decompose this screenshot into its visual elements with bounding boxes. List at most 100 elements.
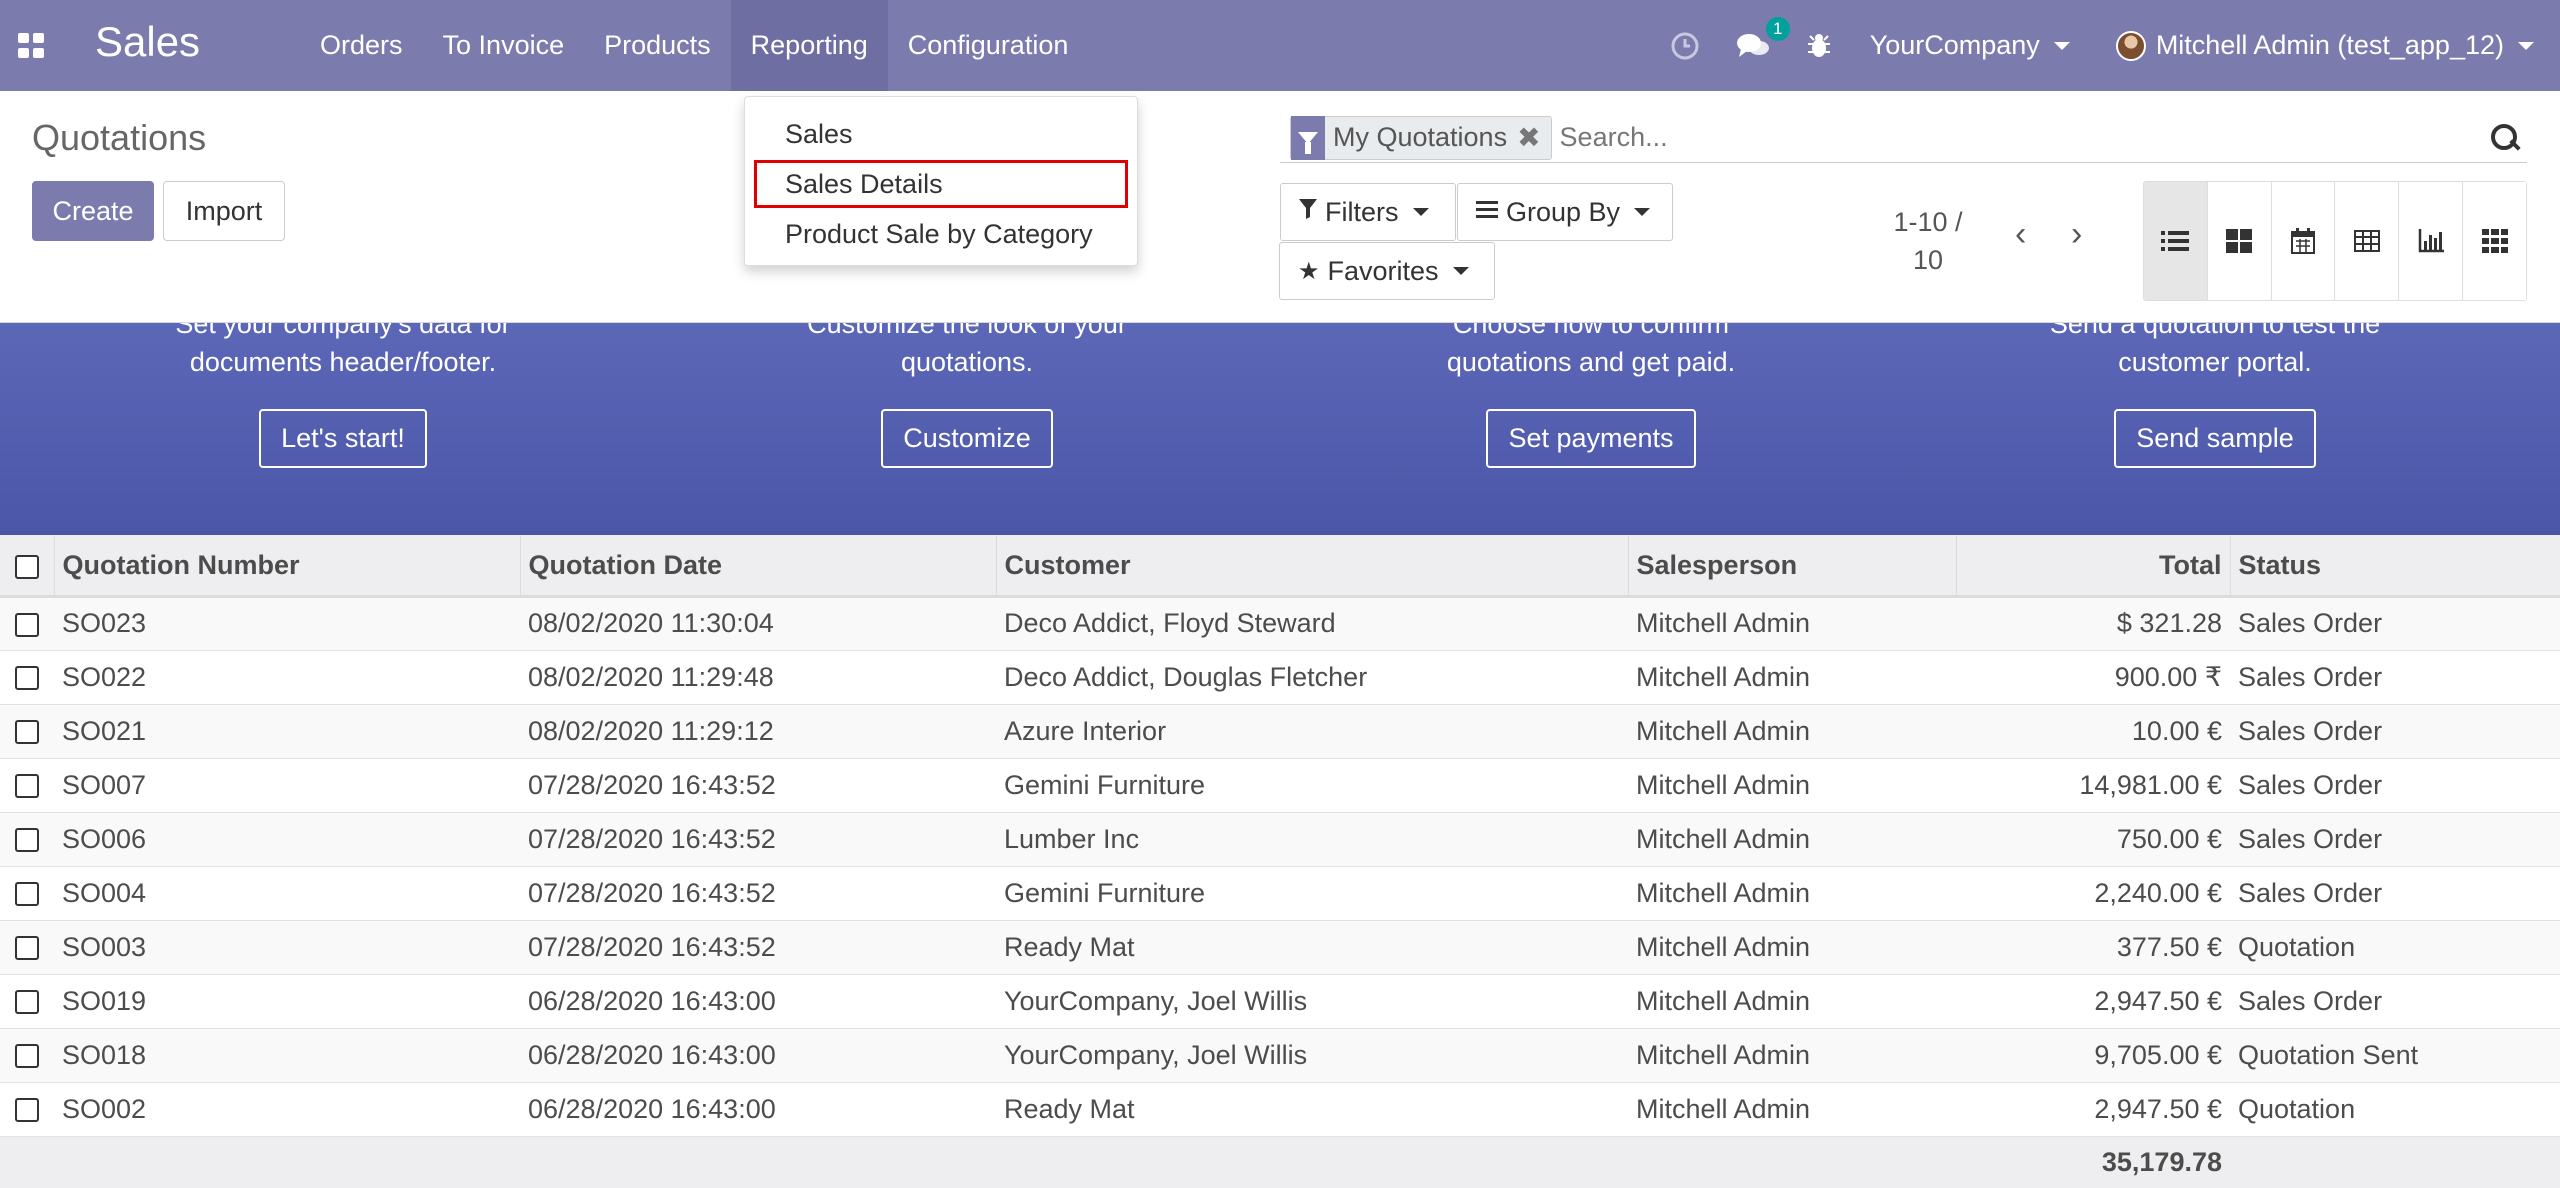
row-checkbox[interactable] xyxy=(15,774,39,799)
column-header-total[interactable]: Total xyxy=(1956,536,2231,598)
table-row[interactable]: SO003 07/28/2020 16:43:52 Ready Mat Mitchel… xyxy=(0,920,2560,975)
cell-quotation-date: 07/28/2020 16:43:52 xyxy=(520,866,996,921)
quotations-table: Quotation Number Quotation Date Customer… xyxy=(0,536,2560,1188)
cell-quotation-number: SO002 xyxy=(54,1082,520,1137)
lets-start-button[interactable]: Let's start! xyxy=(259,409,427,468)
page-title: Quotations xyxy=(32,117,207,158)
menu-configuration[interactable]: Configuration xyxy=(888,0,1089,91)
table-row[interactable]: SO018 06/28/2020 16:43:00 YourCompany, Joe… xyxy=(0,1028,2560,1083)
cell-status: Quotation xyxy=(2230,1082,2560,1137)
table-row[interactable]: SO006 07/28/2020 16:43:52 Lumber Inc Mitche… xyxy=(0,812,2560,867)
kanban-view-icon[interactable] xyxy=(2207,182,2272,300)
column-header-status[interactable]: Status xyxy=(2230,536,2560,598)
cell-salesperson: Mitchell Admin xyxy=(1628,1028,1956,1083)
banner-step-text: quotations and get paid. xyxy=(1446,347,1736,377)
create-button[interactable]: Create xyxy=(32,181,154,241)
chevron-down-icon xyxy=(2053,41,2070,50)
cell-salesperson: Mitchell Admin xyxy=(1628,866,1956,921)
row-select-cell xyxy=(0,1082,54,1137)
column-header-salesperson[interactable]: Salesperson xyxy=(1628,536,1957,598)
filters-button[interactable]: Filters xyxy=(1280,183,1456,241)
reporting-item-sales-details[interactable]: Sales Details xyxy=(753,159,1129,209)
reporting-item-product-sale-by-category[interactable]: Product Sale by Category xyxy=(745,209,1137,259)
row-checkbox[interactable] xyxy=(15,828,39,853)
row-select-cell xyxy=(0,650,54,705)
navbar-systray: 1 YourCompany Mitchell Admin (test_app_1… xyxy=(1652,0,2560,91)
cell-quotation-date: 07/28/2020 16:43:52 xyxy=(520,758,996,813)
select-all-checkbox[interactable] xyxy=(14,554,39,579)
cell-quotation-number: SO007 xyxy=(54,758,520,813)
chevron-down-icon xyxy=(1634,208,1651,216)
company-switcher[interactable]: YourCompany xyxy=(1850,30,2096,61)
row-checkbox[interactable] xyxy=(15,666,39,691)
column-header-number[interactable]: Quotation Number xyxy=(54,536,521,598)
cell-status: Sales Order xyxy=(2230,704,2560,759)
row-checkbox[interactable] xyxy=(15,936,39,961)
set-payments-button[interactable]: Set payments xyxy=(1486,409,1696,468)
cell-total: 9,705.00 € xyxy=(1956,1028,2230,1083)
row-checkbox[interactable] xyxy=(15,612,39,637)
row-checkbox[interactable] xyxy=(15,1098,39,1123)
table-row[interactable]: SO002 06/28/2020 16:43:00 Ready Mat Mitchel… xyxy=(0,1082,2560,1137)
pager-value[interactable]: 1-10 / 10 xyxy=(1868,203,1988,279)
menu-to-invoice[interactable]: To Invoice xyxy=(423,0,585,91)
banner-step-sample: Send a quotation to test the customer po… xyxy=(1935,323,2495,468)
favorites-button[interactable]: ★ Favorites xyxy=(1279,242,1495,300)
send-sample-button[interactable]: Send sample xyxy=(2114,409,2316,468)
row-checkbox[interactable] xyxy=(15,720,39,745)
top-navbar: Sales Orders To Invoice Products Reporti… xyxy=(0,0,2560,91)
facet-remove-icon[interactable]: ✖ xyxy=(1515,121,1550,154)
menu-reporting[interactable]: Reporting xyxy=(730,0,888,91)
chat-icon[interactable]: 1 xyxy=(1718,16,1790,61)
search-facet[interactable]: My Quotations ✖ xyxy=(1290,115,1552,160)
table-row[interactable]: SO021 08/02/2020 11:29:12 Azure Interior Mi… xyxy=(0,704,2560,759)
search-icon[interactable] xyxy=(2487,120,2523,156)
banner-step-text: Send a quotation to test the xyxy=(2049,323,2381,339)
table-row[interactable]: SO007 07/28/2020 16:43:52 Gemini Furniture… xyxy=(0,758,2560,813)
banner-step-company: Set your company's data for documents he… xyxy=(63,323,623,468)
cell-status: Sales Order xyxy=(2230,596,2560,651)
cell-customer: YourCompany, Joel Willis xyxy=(996,1028,1628,1083)
apps-menu-icon[interactable] xyxy=(18,33,44,59)
cell-quotation-number: SO023 xyxy=(54,596,520,651)
cell-total: 14,981.00 € xyxy=(1956,758,2230,813)
activity-clock-icon[interactable] xyxy=(1652,31,1718,61)
column-header-date[interactable]: Quotation Date xyxy=(520,536,997,598)
column-header-customer[interactable]: Customer xyxy=(996,536,1629,598)
table-row[interactable]: SO022 08/02/2020 11:29:48 Deco Addict, Dou… xyxy=(0,650,2560,705)
pager-next-icon[interactable]: › xyxy=(2071,215,2082,254)
pager-previous-icon[interactable]: ‹ xyxy=(2015,215,2026,254)
chat-badge: 1 xyxy=(1765,16,1790,41)
cell-quotation-date: 06/28/2020 16:43:00 xyxy=(520,1028,996,1083)
app-brand[interactable]: Sales xyxy=(95,18,200,66)
cell-status: Sales Order xyxy=(2230,974,2560,1029)
graph-view-icon[interactable] xyxy=(2399,182,2464,300)
menu-products[interactable]: Products xyxy=(584,0,731,91)
list-view-icon[interactable] xyxy=(2144,182,2208,300)
reporting-item-sales[interactable]: Sales xyxy=(745,109,1137,159)
row-checkbox[interactable] xyxy=(15,1044,39,1069)
cell-customer: Gemini Furniture xyxy=(996,758,1628,813)
calendar-view-icon[interactable] xyxy=(2271,182,2336,300)
customize-button[interactable]: Customize xyxy=(881,409,1053,468)
user-menu[interactable]: Mitchell Admin (test_app_12) xyxy=(2096,30,2560,61)
menu-orders[interactable]: Orders xyxy=(300,0,423,91)
activity-view-icon[interactable] xyxy=(2463,182,2526,300)
table-row[interactable]: SO023 08/02/2020 11:30:04 Deco Addict, Flo… xyxy=(0,596,2560,651)
cell-status: Sales Order xyxy=(2230,650,2560,705)
facet-label: My Quotations xyxy=(1333,122,1508,152)
pivot-view-icon[interactable] xyxy=(2335,182,2400,300)
row-checkbox[interactable] xyxy=(15,882,39,907)
table-row[interactable]: SO004 07/28/2020 16:43:52 Gemini Furniture… xyxy=(0,866,2560,921)
cell-total: $ 321.28 xyxy=(1956,596,2230,651)
import-button[interactable]: Import xyxy=(163,181,285,241)
group-by-button[interactable]: Group By xyxy=(1457,183,1673,241)
debug-bug-icon[interactable] xyxy=(1788,32,1850,60)
cell-status: Quotation Sent xyxy=(2230,1028,2560,1083)
row-checkbox[interactable] xyxy=(15,990,39,1015)
cell-quotation-date: 08/02/2020 11:29:48 xyxy=(520,650,996,705)
table-row[interactable]: SO019 06/28/2020 16:43:00 YourCompany, Joe… xyxy=(0,974,2560,1029)
search-input[interactable] xyxy=(1559,122,2487,153)
banner-step-text: Set your company's data for xyxy=(175,323,511,339)
cell-customer: Ready Mat xyxy=(996,920,1628,975)
